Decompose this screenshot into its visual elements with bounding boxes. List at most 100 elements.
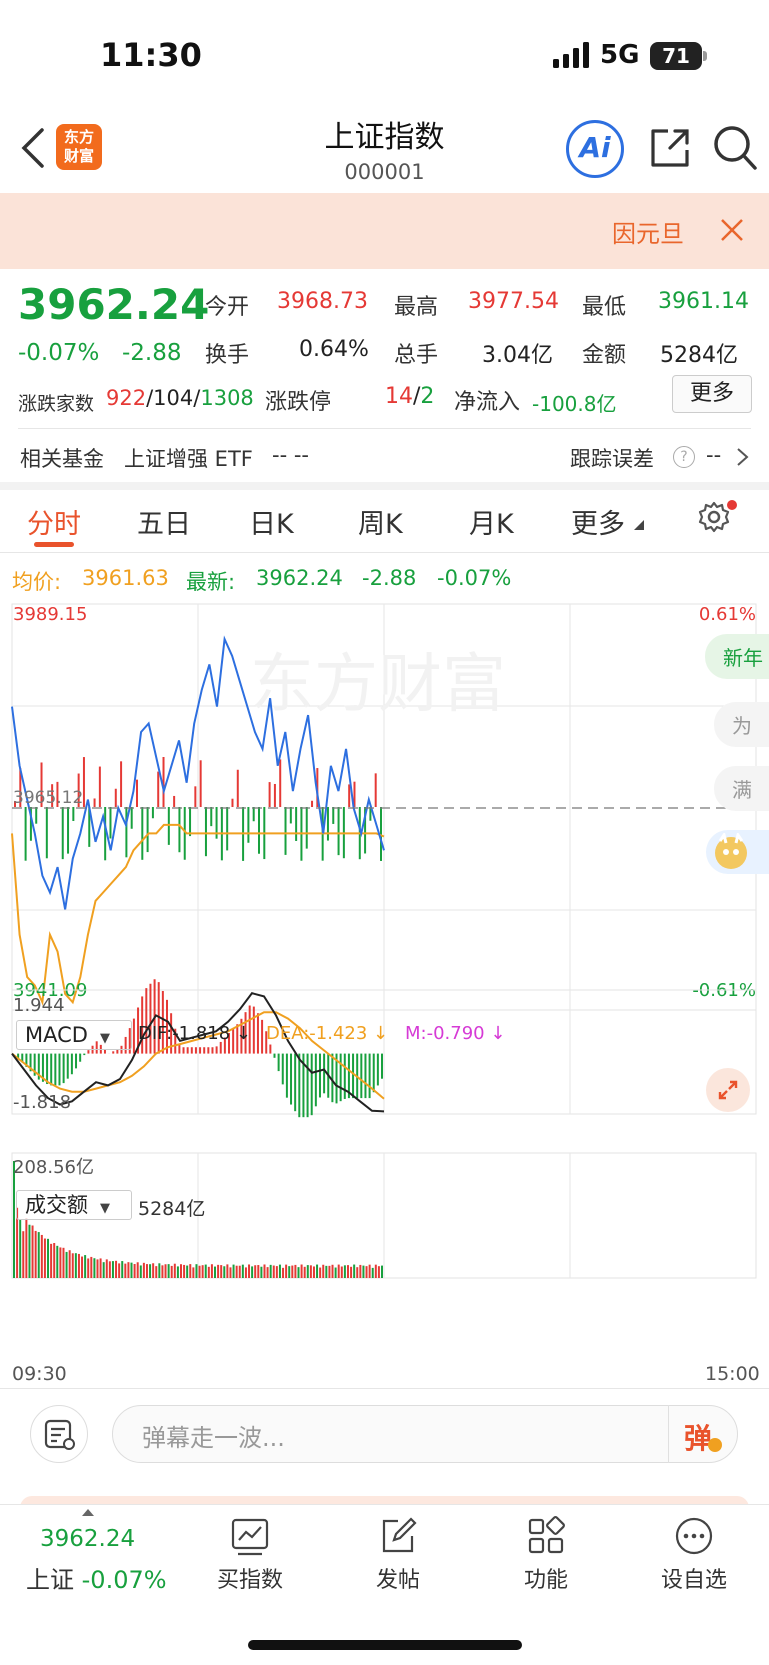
dif-stat: DIF:-1.818 ↓ [138,1023,252,1044]
tracking-value: -- [706,443,722,467]
breadth-values: 922/104/1308 [106,386,254,410]
start-time-label: 09:30 [12,1363,67,1385]
y-max-label: 3989.15 [13,604,87,625]
divider [668,1405,669,1463]
divider [0,1388,769,1389]
intraday-chart[interactable]: 东方财富 3989.15 3965.12 3941.09 0.61% -0.61… [0,598,769,1378]
m-stat: M:-0.790 ↓ [405,1023,506,1044]
tab-monthly-k[interactable]: 月K [469,502,514,541]
fund-value: -- -- [272,443,309,467]
current-price: 3962.24 [18,280,210,329]
high-value: 3977.54 [468,289,559,314]
close-icon[interactable] [718,216,746,244]
amount-value: 5284亿 [660,343,738,368]
limit-down: 2 [420,384,435,409]
edit-icon [382,1517,417,1553]
divider [18,428,751,429]
fund-name[interactable]: 上证增强 ETF [124,443,253,473]
nav-price[interactable]: 3962.24 [40,1526,135,1552]
avg-label: 均价: [12,570,62,594]
danmaku-settings-button[interactable] [30,1405,88,1463]
side-pill-newyear[interactable]: 新年 [705,634,769,679]
latest-percent: -0.07% [437,566,512,590]
caret-down-icon: ▼ [99,1031,110,1046]
end-time-label: 15:00 [705,1363,760,1385]
open-label: 今开 [205,295,250,320]
chart-trend-icon [231,1518,269,1556]
limit-values: 14/2 [385,384,435,409]
status-time: 11:30 [100,36,202,74]
change-value: -2.88 [122,340,182,366]
notice-text[interactable]: 因元旦 [612,214,684,249]
section-gap [0,482,769,490]
watermark: 东方财富 [250,648,506,720]
danmaku-send-button[interactable]: 弹 [684,1417,712,1457]
side-pill-2[interactable]: 为 [714,702,769,747]
volume-selector[interactable]: 成交额 ▼ [16,1190,132,1220]
divider [0,552,769,553]
latest-value: 3962.24 [256,566,343,590]
limit-up: 14 [385,384,413,409]
pct-max-label: 0.61% [699,604,756,625]
battery-cap [703,51,707,61]
macd-selector[interactable]: MACD ▼ [16,1020,132,1050]
nav-functions[interactable]: 功能 [496,1516,596,1594]
search-icon[interactable] [712,124,758,172]
tab-five-day[interactable]: 五日 [137,502,191,541]
macd-max-label: 1.944 [13,995,65,1016]
macd-selector-label: MACD [25,1023,88,1047]
limit-label: 涨跌停 [265,390,332,415]
network-type: 5G [600,40,640,70]
ai-button[interactable]: Ai [566,120,624,178]
tab-weekly-k[interactable]: 周K [358,502,403,541]
side-pill-3[interactable]: 满 [714,766,769,811]
more-dots-icon [675,1517,713,1555]
home-indicator [248,1640,522,1650]
help-icon[interactable]: ? [673,446,695,468]
high-label: 最高 [394,295,439,320]
amount-label: 金额 [582,343,627,368]
nav-label: 发帖 [375,1568,420,1593]
danmaku-settings-icon [44,1419,75,1450]
share-icon[interactable] [648,126,692,170]
chevron-right-icon[interactable] [736,447,750,467]
latest-label: 最新: [186,570,236,594]
macd-min-label: -1.818 [13,1092,71,1113]
more-button[interactable]: 更多 [672,375,752,413]
check-badge-icon [708,1438,722,1452]
expand-up-icon[interactable] [82,1509,94,1516]
volume-max-label: 208.56亿 [13,1157,94,1178]
fund-label: 相关基金 [20,447,104,471]
low-value: 3961.14 [658,289,749,314]
turnover-label: 换手 [205,343,250,368]
nav-add-watchlist[interactable]: 设自选 [644,1516,744,1594]
latest-change: -2.88 [362,566,417,590]
nav-label: 设自选 [660,1568,727,1593]
breadth-label: 涨跌家数 [18,393,95,415]
mascot-icon [715,831,747,869]
gear-icon[interactable] [697,500,731,534]
mascot-badge[interactable] [706,830,769,874]
nav-index[interactable]: 上证 -0.07% [26,1560,167,1595]
notification-dot [727,500,737,510]
triangle-down-icon [634,520,644,530]
tab-daily-k[interactable]: 日K [249,502,294,541]
nav-index-name: 上证 [26,1566,74,1594]
avg-value: 3961.63 [82,566,169,590]
nav-post[interactable]: 发帖 [348,1516,448,1594]
caret-down-icon: ▼ [100,1201,110,1216]
volume-total: 5284亿 [138,1198,206,1220]
inflow-value: -100.8亿 [532,392,617,416]
battery-icon: 71 [650,42,702,70]
dea-stat: DEA:-1.423 ↓ [266,1023,389,1044]
volume-value: 3.04亿 [482,343,553,368]
flat-count: 104 [153,386,194,410]
tab-intraday[interactable]: 分时 [27,502,81,541]
nav-buy-index[interactable]: 买指数 [200,1516,300,1594]
tab-more[interactable]: 更多 [571,502,625,541]
nav-label: 功能 [523,1568,568,1593]
expand-button[interactable] [706,1068,750,1112]
nav-label: 买指数 [216,1568,283,1593]
turnover-value: 0.64% [299,337,369,362]
up-count: 922 [106,386,147,410]
